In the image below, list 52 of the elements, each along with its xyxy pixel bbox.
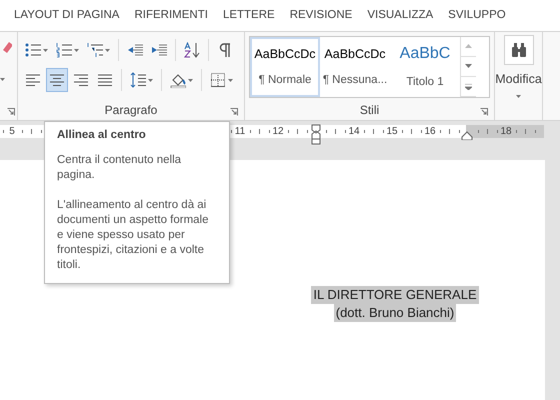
line-spacing-icon [130, 72, 146, 88]
borders-icon [210, 72, 226, 88]
dialog-launcher-icon[interactable] [7, 108, 15, 116]
find-button[interactable] [504, 35, 534, 65]
ribbon-tab[interactable]: LETTERE [222, 6, 275, 24]
ruler-number: 12 [272, 125, 284, 138]
sort-az-icon [184, 42, 200, 58]
ruler-number: 11 [234, 125, 246, 138]
ribbon-tab[interactable]: RIFERIMENTI [134, 6, 208, 24]
tooltip-title: Allinea al centro [57, 128, 147, 143]
multilevel-list-icon [87, 42, 103, 58]
ruler-number: 14 [348, 125, 360, 138]
bullets-list-icon [25, 42, 41, 58]
ribbon-tab[interactable]: VISUALIZZA [367, 6, 434, 24]
caret-icon [516, 94, 521, 98]
dialog-launcher-icon[interactable] [480, 108, 488, 116]
document-text: IL DIRETTORE GENERALE [311, 286, 479, 304]
numbered-list-icon [56, 42, 72, 58]
caret-icon [188, 78, 193, 82]
ruler-number: 5 [9, 125, 15, 138]
indent-marker-icon[interactable] [311, 124, 321, 145]
caret-icon [74, 48, 79, 52]
group-label: Paragrafo [104, 102, 158, 119]
align-left-icon [25, 72, 41, 88]
document-text: (dott. Bruno Bianchi) [334, 304, 456, 322]
group-label: Stili [360, 102, 380, 119]
caret-icon [105, 48, 110, 52]
caret-icon [228, 78, 233, 82]
style-tile[interactable]: AaBbCcDc ¶ Normale [250, 37, 320, 97]
caret-icon [148, 78, 153, 82]
ruler-number: 15 [386, 125, 398, 138]
tooltip-text: Centra il contenuto nella pagina. [57, 153, 182, 183]
paint-bucket-icon [170, 72, 186, 88]
binoculars-icon [510, 42, 526, 58]
ruler-number: 16 [424, 125, 436, 138]
decrease-indent-icon [127, 42, 143, 58]
caret-icon [0, 78, 5, 81]
ribbon-tab[interactable]: LAYOUT DI PAGINA [14, 6, 120, 24]
ribbon-tab[interactable]: REVISIONE [290, 6, 352, 24]
pilcrow-icon [217, 42, 233, 58]
justify-icon [97, 72, 113, 88]
increase-indent-icon [151, 42, 167, 58]
ruler-number: 18 [500, 125, 512, 138]
dialog-launcher-icon[interactable] [230, 108, 238, 116]
align-right-icon [73, 72, 89, 88]
caret-icon [43, 48, 48, 52]
ribbon-tab[interactable]: SVILUPPO [448, 6, 506, 24]
align-center-icon [49, 72, 65, 88]
more-styles-icon[interactable] [465, 84, 472, 90]
align-center-button[interactable] [46, 68, 68, 92]
tooltip-text: L'allineamento al centro dà ai documenti un aspetto formale e viene spesso usato per frontespizi, citazioni e a volte titoli. [57, 198, 210, 273]
scroll-down-icon[interactable] [465, 64, 472, 70]
